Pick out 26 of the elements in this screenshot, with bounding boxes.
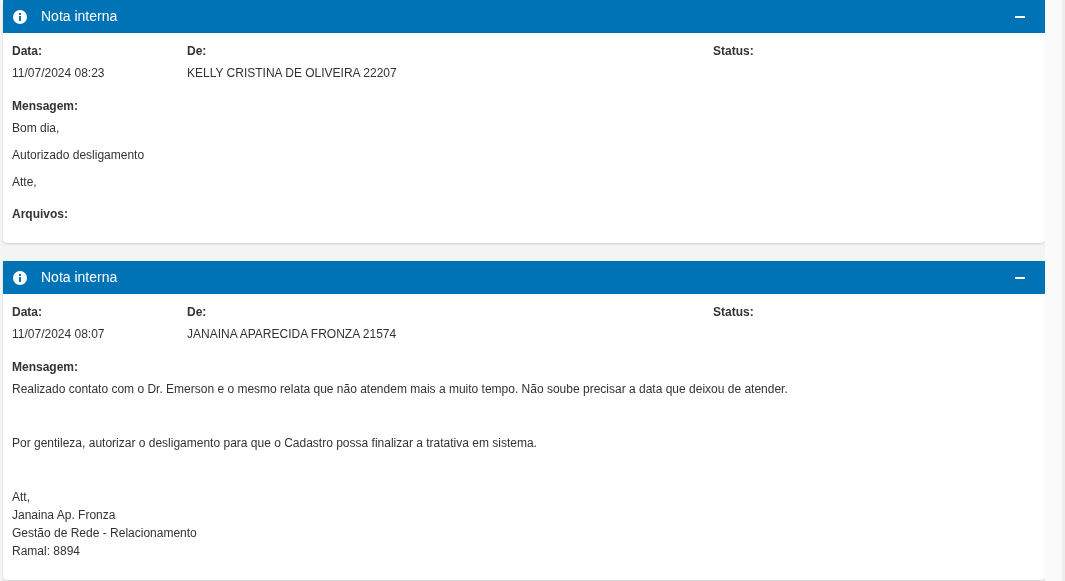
field-label: Data: [12,43,43,59]
message-text: Att, [12,489,31,506]
message-text: Autorizado desligamento [12,147,146,164]
field-label: De: [187,304,208,320]
message-text: Realizado contato com o Dr. Emerson e o mesmo relata que não atendem mais a muito tempo. Não soube precisar a data que deixou de atender. [12,381,789,398]
field-value: 11/07/2024 08:07 [12,326,106,342]
panel-title: Nota interna [41,7,118,26]
message-text: Bom dia, [12,120,61,137]
field-label: Status: [713,43,755,59]
files-label: Arquivos: [12,206,69,223]
message-text: Gestão de Rede - Relacionamento [12,525,198,542]
panel-title: Nota interna [41,268,118,287]
field-value: JANAINA APARECIDA FRONZA 21574 [187,326,398,342]
info-icon [13,9,27,24]
field-label: De: [187,43,208,59]
message-label: Mensagem: [12,359,80,376]
field-label: Data: [12,304,43,320]
message-label: Mensagem: [12,98,80,115]
field-value: 11/07/2024 08:23 [12,65,106,81]
info-icon [13,270,27,285]
field-label: Status: [713,304,755,320]
message-text: Ramal: 8894 [12,543,82,560]
message-text: Janaina Ap. Fronza [12,507,117,524]
message-text: Atte, [12,174,38,191]
message-text: Por gentileza, autorizar o desligamento para que o Cadastro possa finalizar a tratativa em sistema. [12,435,538,452]
field-value: KELLY CRISTINA DE OLIVEIRA 22207 [187,65,398,81]
